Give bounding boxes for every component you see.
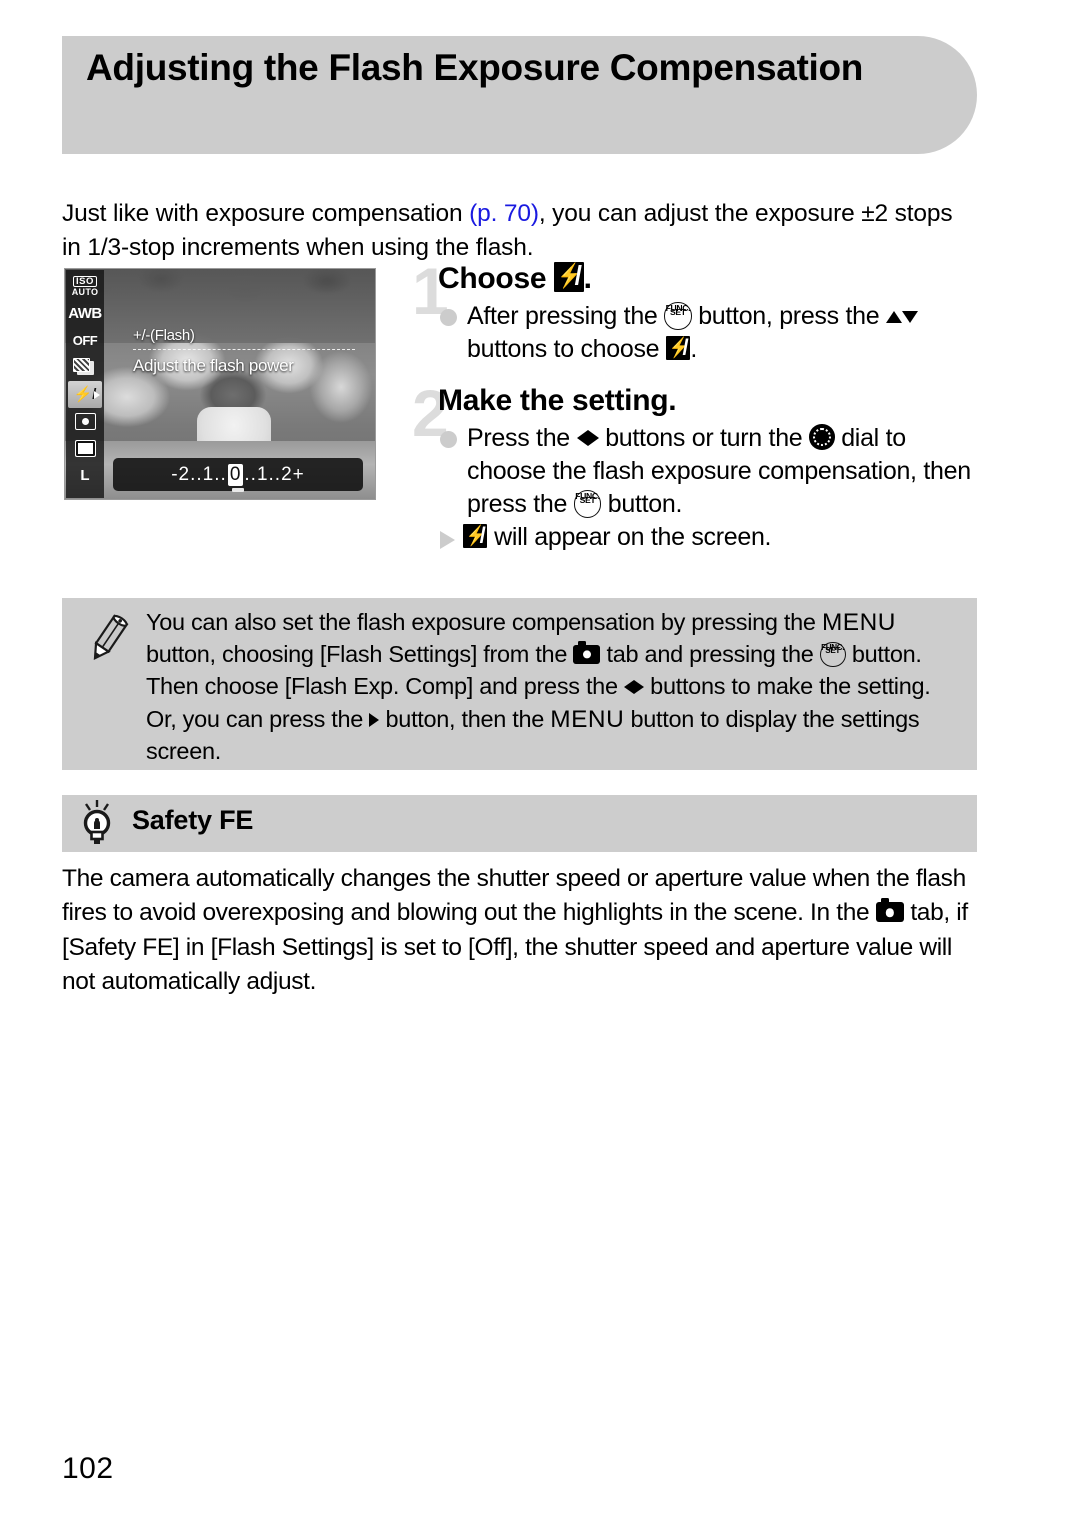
- bullet-item: After pressing the FUNC. SET button, pres…: [440, 300, 982, 367]
- scale-dots-2: ..: [214, 463, 227, 485]
- osd-item-iso-auto[interactable]: ISO AUTO: [67, 273, 103, 300]
- metering-mode-icon: [74, 413, 96, 430]
- flash-exposure-compensation-icon: [463, 523, 488, 549]
- bullet-item: Press the buttons or turn the dial to ch…: [440, 422, 982, 522]
- camera-screen-illustration: ISO AUTO AWB OFF ⚡/ L +/-(Flash) Adjust …: [64, 268, 376, 500]
- intro-text-before: Just like with exposure compensation: [62, 199, 470, 227]
- drive-mode-icon: [74, 440, 96, 457]
- safety-fe-header-bar: Safety FE: [62, 795, 977, 852]
- right-button-icon: [633, 680, 644, 695]
- safety-fe-title: Safety FE: [132, 805, 254, 835]
- safety-fe-body-text: The camera automatically changes the shu…: [62, 865, 968, 995]
- pencil-icon: [93, 614, 129, 661]
- scale-dots-1: ..: [190, 463, 203, 485]
- i-contrast-icon: [72, 357, 94, 375]
- func-set-button-icon: FUNC. SET: [819, 641, 846, 668]
- camera-func-menu-column: ISO AUTO AWB OFF ⚡/ L: [66, 270, 104, 498]
- step-2-bullets: Press the buttons or turn the dial to ch…: [440, 422, 982, 555]
- page-header-bar: Adjusting the Flash Exposure Compensatio…: [62, 36, 977, 154]
- osd-item-image-quality[interactable]: L: [67, 462, 103, 489]
- bullet-text: After pressing the FUNC. SET button, pres…: [467, 300, 982, 367]
- bullet-text: will appear on the screen.: [463, 521, 982, 554]
- scale-label-plus-one: 1: [256, 463, 269, 485]
- bullet-text: Press the buttons or turn the dial to ch…: [467, 423, 971, 519]
- right-button-icon: [369, 713, 380, 728]
- my-colors-off-label: OFF: [72, 333, 98, 348]
- chevron-right-icon: [94, 390, 100, 399]
- osd-overlay-title: +/-(Flash): [133, 327, 355, 350]
- osd-text-overlay: +/-(Flash) Adjust the flash power: [133, 327, 355, 376]
- camera-tab-icon: [875, 898, 904, 923]
- camera-tab-icon: [573, 641, 601, 665]
- down-button-icon: [901, 311, 918, 324]
- scale-current-value-zero: 0: [227, 463, 244, 486]
- scale-label-minus-one: 1: [202, 463, 215, 485]
- osd-item-white-balance[interactable]: AWB: [67, 300, 103, 327]
- osd-item-i-contrast[interactable]: [67, 354, 103, 381]
- func-set-button-icon: FUNC. SET: [573, 490, 602, 518]
- left-button-icon: [623, 680, 634, 695]
- page-title: Adjusting the Flash Exposure Compensatio…: [86, 47, 864, 88]
- flash-exposure-compensation-icon: [665, 335, 691, 361]
- osd-item-drive-mode[interactable]: [67, 435, 103, 462]
- iso-auto-icon: ISO AUTO: [71, 275, 99, 298]
- osd-item-metering-mode[interactable]: [67, 408, 103, 435]
- scale-indicator-tick: [232, 488, 244, 492]
- osd-item-flash-exposure-compensation[interactable]: ⚡/: [68, 381, 102, 408]
- bullet-dot-icon: [440, 309, 457, 326]
- auto-label: AUTO: [71, 287, 99, 298]
- osd-item-my-colors[interactable]: OFF: [67, 327, 103, 354]
- step-1-title: Choose .: [438, 262, 982, 296]
- result-arrow-icon: [440, 531, 455, 550]
- bullet-dot-icon: [440, 430, 457, 448]
- scale-dots-3: ..: [244, 463, 257, 485]
- bullet-item-result: will appear on the screen.: [440, 521, 982, 554]
- awb-label: AWB: [68, 305, 102, 322]
- step-1-title-after: .: [583, 262, 592, 295]
- step-2: 2 Make the setting. Press the buttons or…: [412, 380, 982, 555]
- step-1: 1 Choose . After pressing the FUNC.SET b…: [412, 258, 982, 367]
- page-number: 102: [62, 1452, 114, 1485]
- step-1-bullets: After pressing the FUNC. SET button, pres…: [440, 300, 982, 367]
- step-2-title: Make the setting.: [438, 383, 677, 417]
- control-dial-icon: [809, 424, 835, 450]
- note-callout-box: You can also set the flash exposure comp…: [62, 598, 977, 770]
- flash-exposure-scale[interactable]: -2 .. 1 .. 0 .. 1 .. 2 +: [113, 458, 363, 492]
- scale-label-plus-two: 2: [281, 463, 293, 485]
- instruction-steps: 1 Choose . After pressing the FUNC.SET b…: [412, 258, 982, 555]
- flash-exposure-compensation-icon: [554, 262, 584, 292]
- flash-exposure-compensation-icon: ⚡/: [73, 386, 97, 403]
- iso-label: ISO: [73, 275, 97, 288]
- intro-paragraph: Just like with exposure compensation (p.…: [62, 197, 967, 267]
- right-button-icon: [587, 429, 599, 446]
- scale-dots-4: ..: [268, 463, 282, 485]
- page-reference-link[interactable]: (p. 70): [469, 200, 539, 227]
- note-text: You can also set the flash exposure comp…: [146, 609, 931, 765]
- left-button-icon: [576, 429, 588, 446]
- image-quality-label: L: [80, 467, 90, 484]
- menu-button-label: MENU: [550, 706, 625, 734]
- step-1-title-before: Choose: [438, 262, 555, 295]
- func-set-button-icon: FUNC. SET: [664, 302, 692, 330]
- scale-label-minus-two: -2: [171, 463, 191, 485]
- light-bulb-icon: [83, 800, 111, 844]
- scale-plus-sign: +: [292, 463, 305, 485]
- osd-overlay-description: Adjust the flash power: [133, 356, 294, 375]
- up-button-icon: [885, 311, 902, 324]
- menu-button-label: MENU: [821, 609, 896, 636]
